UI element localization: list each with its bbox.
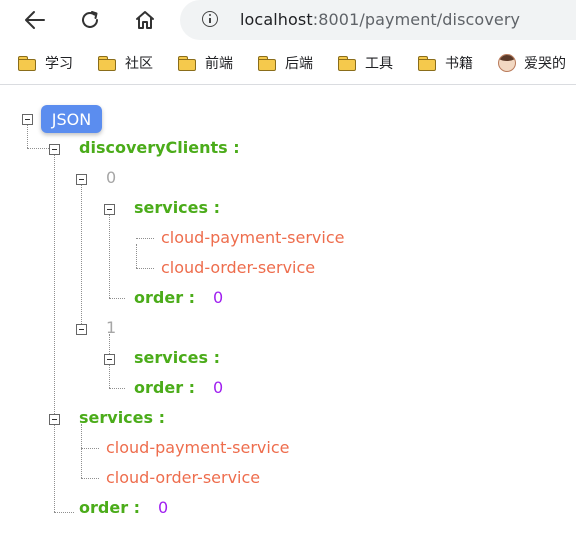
tree-connector	[81, 478, 99, 479]
bookmark-profile[interactable]: 爱哭的	[498, 53, 566, 73]
client-index-0: 0	[106, 168, 117, 187]
service-value: cloud-order-service	[106, 468, 261, 487]
tree-connector	[109, 214, 110, 298]
folder-icon	[258, 55, 277, 71]
bookmark-label: 社区	[125, 56, 153, 72]
folder-icon	[418, 55, 437, 71]
client-1-services-key: services :	[134, 348, 221, 367]
tree-connector	[109, 298, 125, 299]
browser-toolbar: localhost:8001/payment/discovery	[0, 0, 576, 40]
client-0-order-value: 0	[213, 288, 224, 307]
client-index-1: 1	[106, 318, 117, 337]
json-root-badge[interactable]: JSON	[41, 105, 102, 133]
back-button[interactable]	[19, 4, 51, 36]
reload-icon	[82, 11, 98, 28]
tree-connector	[81, 184, 82, 324]
tree-connector	[27, 148, 49, 149]
collapse-toggle-root[interactable]	[22, 114, 33, 125]
bookmarks-bar: 学习 社区 前端 后端 工具 书籍 爱哭的	[0, 44, 576, 82]
tree-connector	[81, 448, 99, 449]
client-1-order-value: 0	[213, 378, 224, 397]
bookmark-gongju[interactable]: 工具	[338, 53, 393, 73]
tree-connector	[27, 125, 28, 148]
tree-connector	[136, 238, 154, 239]
collapse-toggle-client-0[interactable]	[76, 174, 87, 185]
client-0-service-value: cloud-order-service	[161, 258, 316, 277]
discovery-clients-key: discoveryClients :	[79, 138, 240, 157]
url-path: :8001/payment/discovery	[312, 10, 521, 29]
home-button[interactable]	[129, 4, 161, 36]
services-key: services :	[79, 408, 166, 427]
tree-connector	[54, 154, 55, 512]
bookmark-shuji[interactable]: 书籍	[418, 53, 473, 73]
folder-icon	[18, 55, 37, 71]
bookmark-label: 学习	[45, 56, 73, 72]
bookmark-shequ[interactable]: 社区	[98, 53, 153, 73]
avatar-icon	[498, 54, 516, 72]
folder-icon	[338, 55, 357, 71]
bookmark-label: 后端	[285, 56, 313, 72]
collapse-toggle-client-1-services[interactable]	[104, 354, 115, 365]
client-0-service-value: cloud-payment-service	[161, 228, 345, 247]
collapse-toggle-services[interactable]	[49, 414, 60, 425]
tree-connector	[54, 512, 74, 513]
folder-icon	[178, 55, 197, 71]
order-key: order :	[79, 498, 141, 517]
address-bar[interactable]: localhost:8001/payment/discovery	[180, 0, 576, 40]
bookmark-label: 前端	[205, 56, 233, 72]
tree-connector	[81, 424, 82, 478]
folder-icon	[98, 55, 117, 71]
bookmark-qianduan[interactable]: 前端	[178, 53, 233, 73]
order-value: 0	[158, 498, 169, 517]
reload-button[interactable]	[74, 4, 106, 36]
home-icon	[136, 11, 154, 29]
bookmark-label: 书籍	[445, 56, 473, 72]
tree-connector	[109, 388, 125, 389]
url-text[interactable]: localhost:8001/payment/discovery	[240, 10, 520, 29]
bookmark-label: 爱哭的	[524, 56, 566, 72]
service-value: cloud-payment-service	[106, 438, 290, 457]
client-0-services-key: services :	[134, 198, 221, 217]
collapse-toggle-discovery-clients[interactable]	[49, 144, 60, 155]
collapse-toggle-client-0-services[interactable]	[104, 204, 115, 215]
bookmark-houduan[interactable]: 后端	[258, 53, 313, 73]
client-0-order-key: order :	[134, 288, 196, 307]
bookmark-label: 工具	[365, 56, 393, 72]
url-host: localhost	[240, 10, 313, 29]
info-icon[interactable]	[202, 11, 218, 27]
client-1-order-key: order :	[134, 378, 196, 397]
json-viewer: JSON discoveryClients : 0 services : clo…	[0, 85, 576, 546]
tree-connector	[136, 268, 154, 269]
collapse-toggle-client-1[interactable]	[76, 324, 87, 335]
tree-connector	[136, 244, 137, 268]
arrow-left-icon	[25, 11, 45, 29]
bookmark-xuexi[interactable]: 学习	[18, 53, 73, 73]
